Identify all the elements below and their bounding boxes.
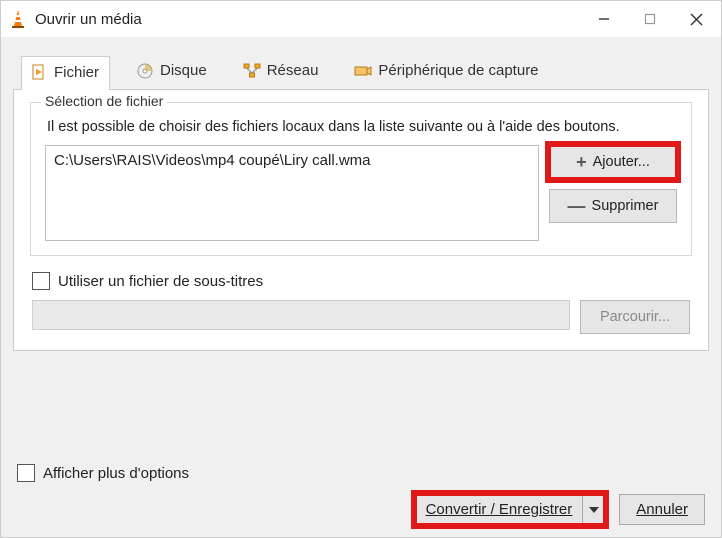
tab-capture[interactable]: Périphérique de capture	[346, 55, 548, 89]
minus-icon: —	[568, 197, 586, 215]
network-icon	[243, 62, 261, 80]
tab-disc[interactable]: Disque	[128, 55, 217, 89]
tab-label: Disque	[160, 62, 207, 79]
file-selection-hint: Il est possible de choisir des fichiers …	[47, 119, 677, 135]
subtitle-path-input	[32, 300, 570, 330]
remove-button[interactable]: — Supprimer	[549, 189, 677, 223]
close-button[interactable]	[673, 3, 719, 35]
convert-save-button[interactable]: Convertir / Enregistrer	[415, 494, 584, 525]
chevron-down-icon	[589, 507, 599, 513]
fieldset-legend: Sélection de fichier	[41, 93, 167, 109]
window-title: Ouvrir un média	[35, 11, 581, 28]
disc-icon	[136, 62, 154, 80]
add-button[interactable]: + Ajouter...	[549, 145, 677, 179]
file-list[interactable]: C:\Users\RAIS\Videos\mp4 coupé\Liry call…	[45, 145, 539, 241]
tab-network[interactable]: Réseau	[235, 55, 329, 89]
file-icon	[30, 63, 48, 81]
tab-label: Périphérique de capture	[378, 62, 538, 79]
subtitle-checkbox-row[interactable]: Utiliser un fichier de sous-titres	[32, 272, 692, 290]
tab-label: Fichier	[54, 64, 99, 81]
titlebar: Ouvrir un média	[1, 1, 721, 37]
button-label: Convertir / Enregistrer	[426, 501, 573, 518]
browse-subtitle-button: Parcourir...	[580, 300, 690, 334]
convert-save-split-button[interactable]: Convertir / Enregistrer	[415, 494, 606, 525]
button-label: Parcourir...	[600, 309, 670, 325]
file-list-item[interactable]: C:\Users\RAIS\Videos\mp4 coupé\Liry call…	[54, 152, 530, 169]
button-label: Supprimer	[592, 198, 659, 214]
subtitle-checkbox-label: Utiliser un fichier de sous-titres	[58, 273, 263, 290]
more-options-label: Afficher plus d'options	[43, 465, 189, 482]
minimize-button[interactable]	[581, 3, 627, 35]
dialog-window: Ouvrir un média Fichier Disque	[0, 0, 722, 538]
button-label: Annuler	[636, 501, 688, 518]
maximize-button[interactable]	[627, 3, 673, 35]
file-selection-fieldset: Sélection de fichier Il est possible de …	[30, 102, 692, 256]
checkbox-icon[interactable]	[32, 272, 50, 290]
footer: Afficher plus d'options Convertir / Enre…	[13, 456, 709, 525]
tab-panel-file: Sélection de fichier Il est possible de …	[13, 89, 709, 351]
tab-bar: Fichier Disque Réseau Périphérique de ca…	[13, 47, 709, 89]
vlc-cone-icon	[9, 9, 27, 29]
plus-icon: +	[576, 153, 587, 171]
cancel-button[interactable]: Annuler	[619, 494, 705, 525]
button-label: Ajouter...	[593, 154, 650, 170]
tab-file[interactable]: Fichier	[21, 56, 110, 90]
more-options-row[interactable]: Afficher plus d'options	[13, 464, 709, 482]
content-area: Fichier Disque Réseau Périphérique de ca…	[1, 37, 721, 537]
checkbox-icon[interactable]	[17, 464, 35, 482]
tab-label: Réseau	[267, 62, 319, 79]
capture-device-icon	[354, 62, 372, 80]
dropdown-arrow-button[interactable]	[583, 494, 605, 525]
